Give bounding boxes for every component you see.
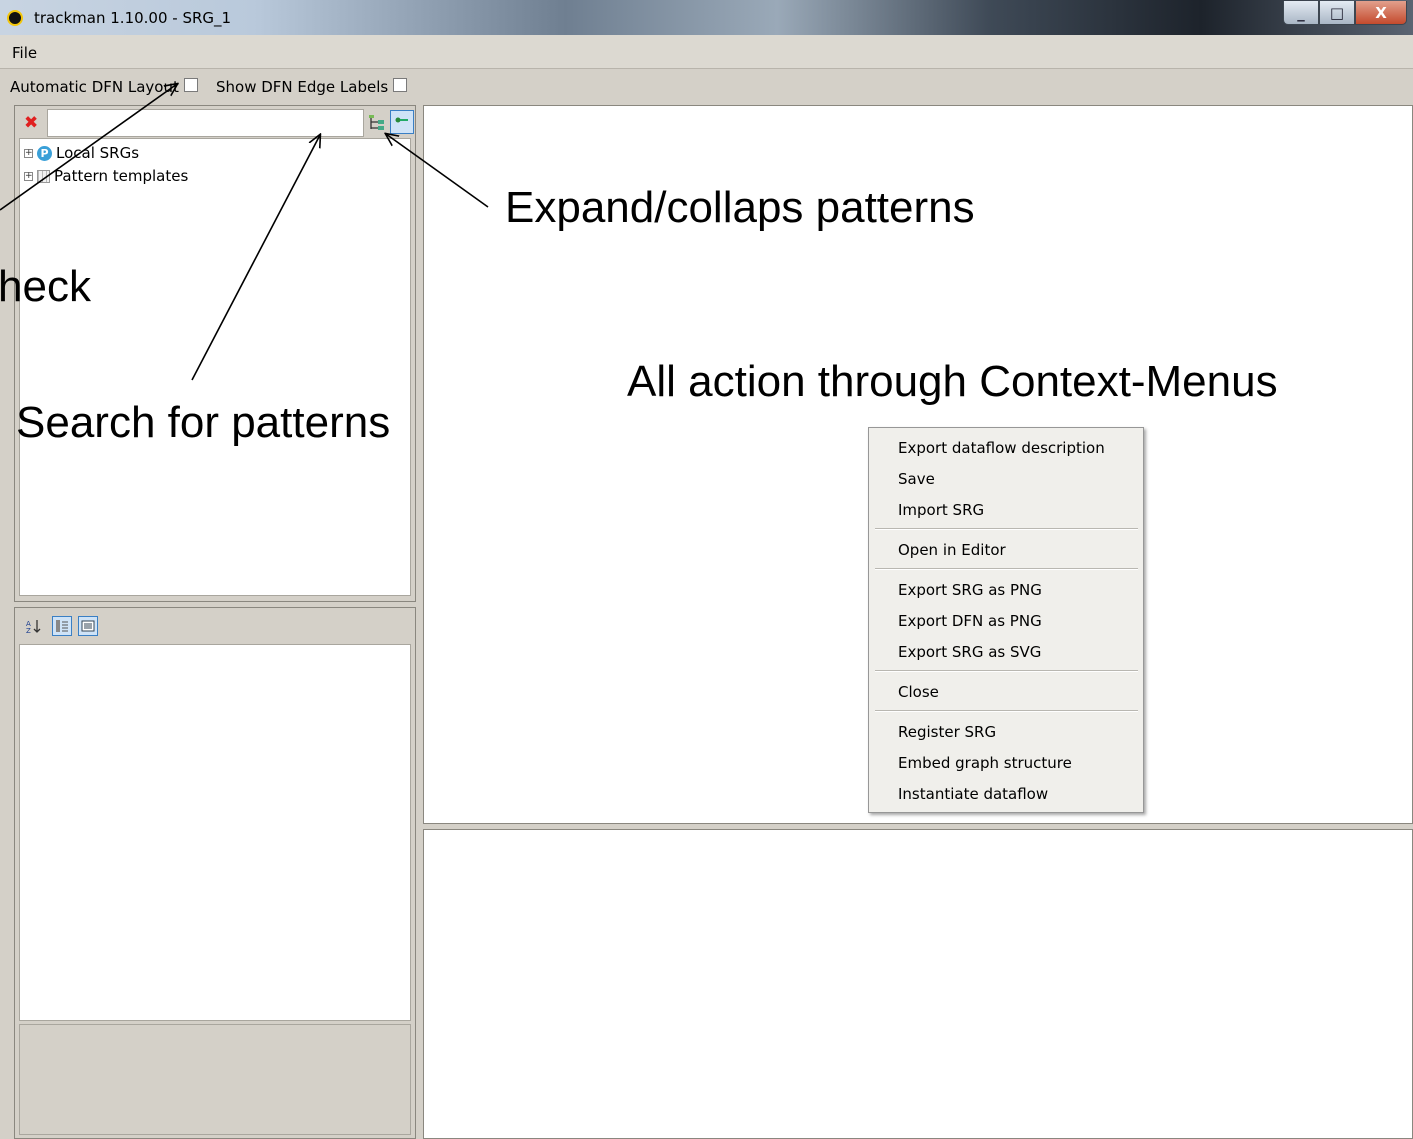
arrow-to-auto-layout-checkbox bbox=[0, 84, 177, 211]
arrow-to-expand-toggle bbox=[386, 134, 489, 208]
arrow-to-search-input bbox=[191, 135, 320, 381]
annotation-arrows bbox=[0, 0, 489, 381]
